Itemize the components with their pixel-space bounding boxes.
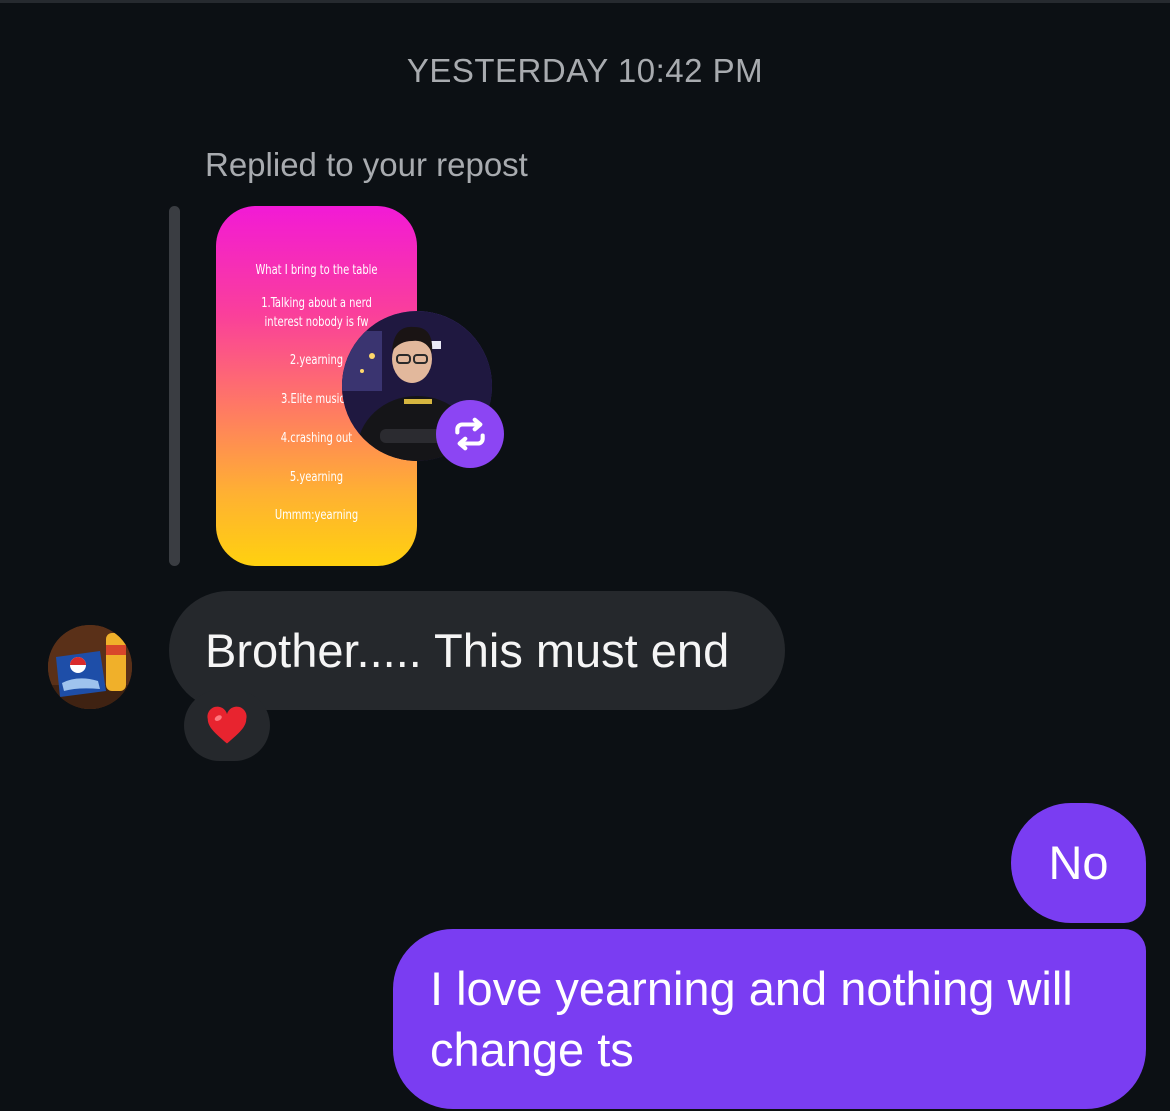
story-text-line: What I bring to the table (255, 263, 378, 278)
repost-badge (436, 400, 504, 468)
avatar-photo (48, 625, 132, 709)
heart-reaction[interactable] (184, 690, 270, 761)
message-timestamp: YESTERDAY 10:42 PM (406, 52, 764, 89)
outgoing-message-bubble[interactable]: I love yearning and nothing will change … (393, 929, 1146, 1109)
reply-context-label: Replied to your repost (205, 146, 528, 183)
outgoing-message-bubble[interactable]: No (1011, 803, 1146, 923)
incoming-message-bubble[interactable]: Brother..... This must end (169, 591, 785, 710)
sender-avatar[interactable] (48, 625, 132, 709)
reply-quote-bar (169, 206, 180, 566)
story-text-line: 5.yearning (289, 470, 344, 485)
heart-icon (207, 706, 247, 743)
story-text-line: Ummm:yearning (274, 508, 359, 523)
top-divider (0, 0, 1170, 3)
story-text-line: 1.Talking about a nerd (261, 296, 372, 311)
repost-icon (455, 417, 485, 451)
